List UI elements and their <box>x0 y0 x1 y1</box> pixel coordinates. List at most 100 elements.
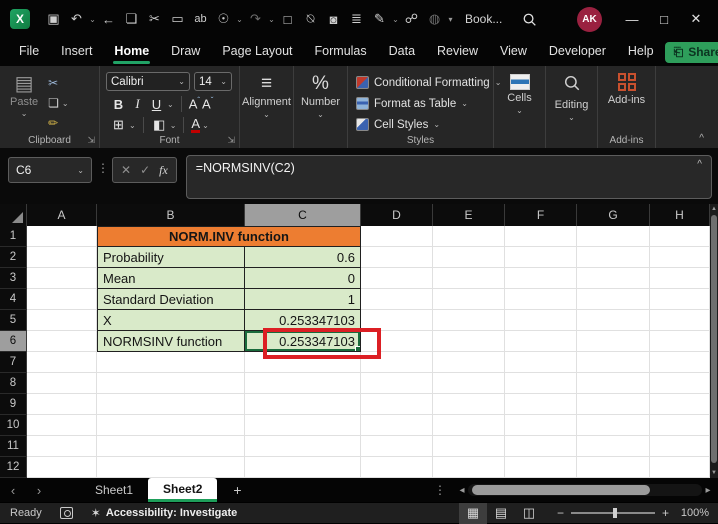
tab-file[interactable]: File <box>8 40 50 64</box>
paste-button[interactable]: ▤ Paste ⌄ <box>10 73 38 130</box>
row-header-12[interactable]: 12 <box>0 457 27 478</box>
camera-icon[interactable]: ◙ <box>322 12 345 27</box>
number-group[interactable]: % Number ⌄ <box>294 66 348 148</box>
cell-C3[interactable]: 0 <box>245 268 361 289</box>
cell-F2[interactable] <box>505 247 577 268</box>
tab-view[interactable]: View <box>489 40 538 64</box>
cell-F6[interactable] <box>505 331 577 352</box>
cell-C12[interactable] <box>245 457 361 478</box>
bold-button[interactable]: B <box>110 97 127 112</box>
cell-G12[interactable] <box>577 457 650 478</box>
zoom-in-button[interactable]: + <box>662 506 669 520</box>
font-size-select[interactable]: 14 ⌄ <box>194 72 232 91</box>
cell-E6[interactable] <box>433 331 505 352</box>
scroll-up-icon[interactable]: ▲ <box>710 204 718 214</box>
cell-E10[interactable] <box>433 415 505 436</box>
cell-A5[interactable] <box>27 310 97 331</box>
cell-D1[interactable] <box>361 226 433 247</box>
cell-H11[interactable] <box>650 436 710 457</box>
name-box-resize-handle[interactable]: ⋮ <box>97 161 109 199</box>
italic-button[interactable]: I <box>129 96 146 112</box>
cell-F3[interactable] <box>505 268 577 289</box>
cell-H8[interactable] <box>650 373 710 394</box>
zoom-out-button[interactable]: − <box>557 506 564 520</box>
draft-icon[interactable]: ✎ <box>368 11 391 27</box>
row-header-7[interactable]: 7 <box>0 352 27 373</box>
cell-D9[interactable] <box>361 394 433 415</box>
row-header-3[interactable]: 3 <box>0 268 27 289</box>
cell-E2[interactable] <box>433 247 505 268</box>
row-header-2[interactable]: 2 <box>0 247 27 268</box>
cell-F12[interactable] <box>505 457 577 478</box>
cell-A3[interactable] <box>27 268 97 289</box>
cell-F11[interactable] <box>505 436 577 457</box>
cell-B10[interactable] <box>97 415 245 436</box>
scroll-right-icon[interactable]: ▸ <box>702 485 714 496</box>
close-button[interactable]: ✕ <box>680 4 712 34</box>
cell-F7[interactable] <box>505 352 577 373</box>
scroll-left-icon[interactable]: ◂ <box>456 485 468 496</box>
row-header-4[interactable]: 4 <box>0 289 27 310</box>
fill-color-button[interactable]: ◧ <box>151 117 168 133</box>
normal-view-button[interactable]: ▦ <box>459 503 487 524</box>
permissions-icon[interactable]: ☍ <box>400 11 423 27</box>
touch-mode-chevron-icon[interactable]: ⌄ <box>235 15 244 24</box>
cell-A4[interactable] <box>27 289 97 310</box>
cell-E1[interactable] <box>433 226 505 247</box>
row-header-11[interactable]: 11 <box>0 436 27 457</box>
row-header-9[interactable]: 9 <box>0 394 27 415</box>
format-as-table-button[interactable]: Format as Table ⌄ <box>356 93 493 114</box>
alignment-group[interactable]: ≡ Alignment ⌄ <box>240 66 294 148</box>
copy-icon[interactable]: ❏ <box>120 11 143 27</box>
undo-icon[interactable]: ↶ <box>65 11 88 27</box>
zoom-slider-thumb[interactable] <box>613 508 617 518</box>
column-header-H[interactable]: H <box>650 204 710 226</box>
tab-insert[interactable]: Insert <box>50 40 103 64</box>
cell-B8[interactable] <box>97 373 245 394</box>
zoom-percentage[interactable]: 100% <box>677 507 709 519</box>
cell-F8[interactable] <box>505 373 577 394</box>
cell-B4[interactable]: Standard Deviation <box>97 289 245 310</box>
column-header-B[interactable]: B <box>97 204 245 226</box>
cell-C2[interactable]: 0.6 <box>245 247 361 268</box>
formula-bar-collapse-icon[interactable]: ^ <box>697 159 702 170</box>
row-header-5[interactable]: 5 <box>0 310 27 331</box>
maximize-button[interactable]: □ <box>648 4 680 34</box>
column-header-A[interactable]: A <box>27 204 97 226</box>
vertical-scrollbar[interactable]: ▲ ▼ <box>710 204 718 478</box>
cancel-button[interactable]: ✕ <box>121 163 131 177</box>
copy-button[interactable]: ❏ <box>48 96 59 110</box>
cell-A8[interactable] <box>27 373 97 394</box>
cell-B7[interactable] <box>97 352 245 373</box>
accessibility-status[interactable]: ✶ Accessibility: Investigate <box>91 506 238 520</box>
cell-G4[interactable] <box>577 289 650 310</box>
cell-B9[interactable] <box>97 394 245 415</box>
cell-A12[interactable] <box>27 457 97 478</box>
name-box[interactable]: C6 ⌄ <box>8 157 92 183</box>
cell-D6[interactable] <box>361 331 433 352</box>
cell-G5[interactable] <box>577 310 650 331</box>
row-header-1[interactable]: 1 <box>0 226 27 247</box>
cell-H10[interactable] <box>650 415 710 436</box>
vertical-scrollbar-thumb[interactable] <box>711 215 717 463</box>
formula-input[interactable]: =NORMSINV(C2) ^ <box>186 155 712 199</box>
underline-chevron-icon[interactable]: ⌄ <box>167 100 174 109</box>
cell-F4[interactable] <box>505 289 577 310</box>
cell-E9[interactable] <box>433 394 505 415</box>
addins-group[interactable]: Add-ins Add-ins <box>598 66 656 148</box>
copy-chevron-icon[interactable]: ⌄ <box>62 99 69 108</box>
horizontal-scrollbar[interactable]: ◂ ▸ <box>456 484 714 496</box>
cell-D10[interactable] <box>361 415 433 436</box>
tab-home[interactable]: Home <box>103 40 160 64</box>
cell-B2[interactable]: Probability <box>97 247 245 268</box>
format-painter-button[interactable]: ✏ <box>48 116 68 130</box>
spelling-icon[interactable]: ab <box>189 13 212 25</box>
macro-record-icon[interactable] <box>60 507 73 519</box>
borders-chevron-icon[interactable]: ⌄ <box>129 121 136 130</box>
cell-A7[interactable] <box>27 352 97 373</box>
editing-group[interactable]: Editing ⌄ <box>546 66 598 148</box>
excel-logo-icon[interactable]: X <box>10 9 30 29</box>
cell-F1[interactable] <box>505 226 577 247</box>
cell-A11[interactable] <box>27 436 97 457</box>
pin-icon[interactable]: ⍉ <box>299 11 322 27</box>
